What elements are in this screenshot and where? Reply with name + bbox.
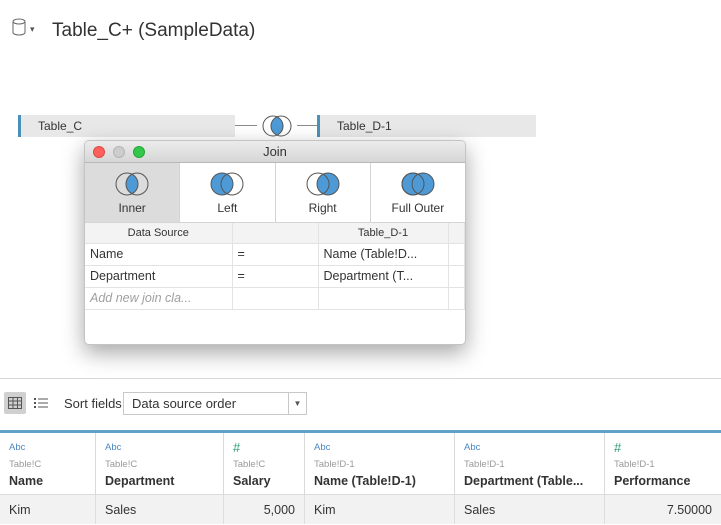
column-source: Table!D-1 bbox=[464, 459, 505, 470]
grid-view-button[interactable] bbox=[4, 392, 26, 414]
sort-fields-value: Data source order bbox=[132, 396, 237, 411]
clause-right-field[interactable]: Department (T... bbox=[318, 265, 449, 288]
join-clause-table: Data Source Table_D-1 Name = Name (Table… bbox=[85, 223, 465, 310]
join-type-label: Full Outer bbox=[391, 200, 445, 215]
column-source: Table!C bbox=[9, 459, 42, 470]
clause-header-right: Table_D-1 bbox=[318, 223, 449, 244]
column-header[interactable]: Abc Table!C Name bbox=[0, 433, 96, 494]
number-type-icon[interactable]: # bbox=[233, 441, 304, 456]
string-type-icon[interactable]: Abc bbox=[9, 442, 95, 456]
list-icon bbox=[34, 398, 48, 408]
table-cell: Sales bbox=[455, 495, 605, 524]
left-join-icon bbox=[210, 172, 244, 195]
close-button[interactable] bbox=[93, 146, 105, 158]
clause-header-op bbox=[232, 223, 319, 244]
join-type-full-outer[interactable]: Full Outer bbox=[371, 163, 465, 222]
number-type-icon[interactable]: # bbox=[614, 441, 721, 456]
database-icon bbox=[12, 18, 28, 38]
column-source: Table!D-1 bbox=[314, 459, 355, 470]
full-outer-join-icon bbox=[401, 172, 435, 195]
grid-icon bbox=[8, 397, 22, 409]
grid-toolbar: Sort fields bbox=[4, 392, 122, 414]
join-clause-row[interactable]: Department = Department (T... bbox=[85, 265, 465, 288]
dialog-title: Join bbox=[263, 144, 287, 159]
join-dialog: Join Inner Left Right Full Outer Data So… bbox=[84, 140, 466, 345]
clause-left-field[interactable]: Name bbox=[85, 243, 233, 266]
column-source: Table!C bbox=[105, 459, 138, 470]
column-header[interactable]: Abc Table!C Department bbox=[96, 433, 224, 494]
clause-right-field[interactable]: Name (Table!D... bbox=[318, 243, 449, 266]
column-name: Name (Table!D-1) bbox=[314, 474, 416, 488]
sort-fields-label: Sort fields bbox=[64, 395, 122, 411]
column-header[interactable]: # Table!C Salary bbox=[224, 433, 305, 494]
string-type-icon[interactable]: Abc bbox=[464, 442, 604, 456]
clause-header-spacer bbox=[448, 223, 465, 244]
column-name: Performance bbox=[614, 474, 691, 488]
clause-left-field[interactable]: Department bbox=[85, 265, 233, 288]
column-name: Department (Table... bbox=[464, 474, 584, 488]
add-join-clause-row[interactable]: Add new join cla... bbox=[85, 287, 465, 310]
table-cell: Kim bbox=[0, 495, 96, 524]
column-name: Salary bbox=[233, 474, 271, 488]
table-cell: 5,000 bbox=[224, 495, 305, 524]
add-join-clause[interactable]: Add new join cla... bbox=[85, 287, 233, 310]
column-name: Name bbox=[9, 474, 44, 488]
join-clause-row[interactable]: Name = Name (Table!D... bbox=[85, 243, 465, 266]
chevron-down-icon[interactable]: ▼ bbox=[288, 393, 306, 414]
column-source: Table!D-1 bbox=[614, 459, 655, 470]
join-type-inner[interactable]: Inner bbox=[85, 163, 181, 222]
panel-divider[interactable] bbox=[0, 378, 721, 379]
join-type-left[interactable]: Left bbox=[180, 163, 276, 222]
canvas-table-right[interactable]: Table_D-1 bbox=[317, 115, 536, 137]
grid-header-row: Abc Table!C Name Abc Table!C Department … bbox=[0, 430, 721, 494]
right-join-icon bbox=[306, 172, 340, 195]
table-cell: Sales bbox=[96, 495, 224, 524]
table-row: Kim Sales 5,000 Kim Sales 7.50000 bbox=[0, 494, 721, 524]
column-header[interactable]: Abc Table!D-1 Name (Table!D-1) bbox=[305, 433, 455, 494]
datasource-selector[interactable]: ▾ bbox=[12, 18, 35, 38]
table-cell: 7.50000 bbox=[666, 503, 712, 517]
minimize-button[interactable] bbox=[113, 146, 125, 158]
string-type-icon[interactable]: Abc bbox=[314, 442, 454, 456]
join-type-label: Inner bbox=[118, 200, 146, 215]
sort-fields-select[interactable]: Data source order ▼ bbox=[123, 392, 307, 415]
column-header[interactable]: Abc Table!D-1 Department (Table... bbox=[455, 433, 605, 494]
inner-join-icon bbox=[115, 172, 149, 195]
join-type-right[interactable]: Right bbox=[276, 163, 371, 222]
column-source: Table!C bbox=[233, 459, 266, 470]
clause-operator[interactable]: = bbox=[232, 243, 319, 266]
column-header[interactable]: # Table!D-1 Performance bbox=[605, 433, 721, 494]
column-name: Department bbox=[105, 474, 175, 488]
join-type-label: Left bbox=[217, 200, 238, 215]
data-grid: Abc Table!C Name Abc Table!C Department … bbox=[0, 430, 721, 524]
string-type-icon[interactable]: Abc bbox=[105, 442, 223, 456]
dialog-titlebar[interactable]: Join bbox=[85, 141, 465, 163]
join-inner-icon[interactable] bbox=[257, 114, 297, 138]
zoom-button[interactable] bbox=[133, 146, 145, 158]
chevron-down-icon[interactable]: ▾ bbox=[30, 24, 35, 35]
page-title[interactable]: Table_C+ (SampleData) bbox=[52, 20, 255, 42]
join-type-label: Right bbox=[308, 200, 337, 215]
list-view-button[interactable] bbox=[30, 392, 52, 414]
clause-operator[interactable]: = bbox=[232, 265, 319, 288]
clause-header-left: Data Source bbox=[85, 223, 233, 244]
join-type-selector: Inner Left Right Full Outer bbox=[85, 163, 465, 223]
table-cell: Kim bbox=[305, 495, 455, 524]
canvas-table-left[interactable]: Table_C bbox=[18, 115, 235, 137]
